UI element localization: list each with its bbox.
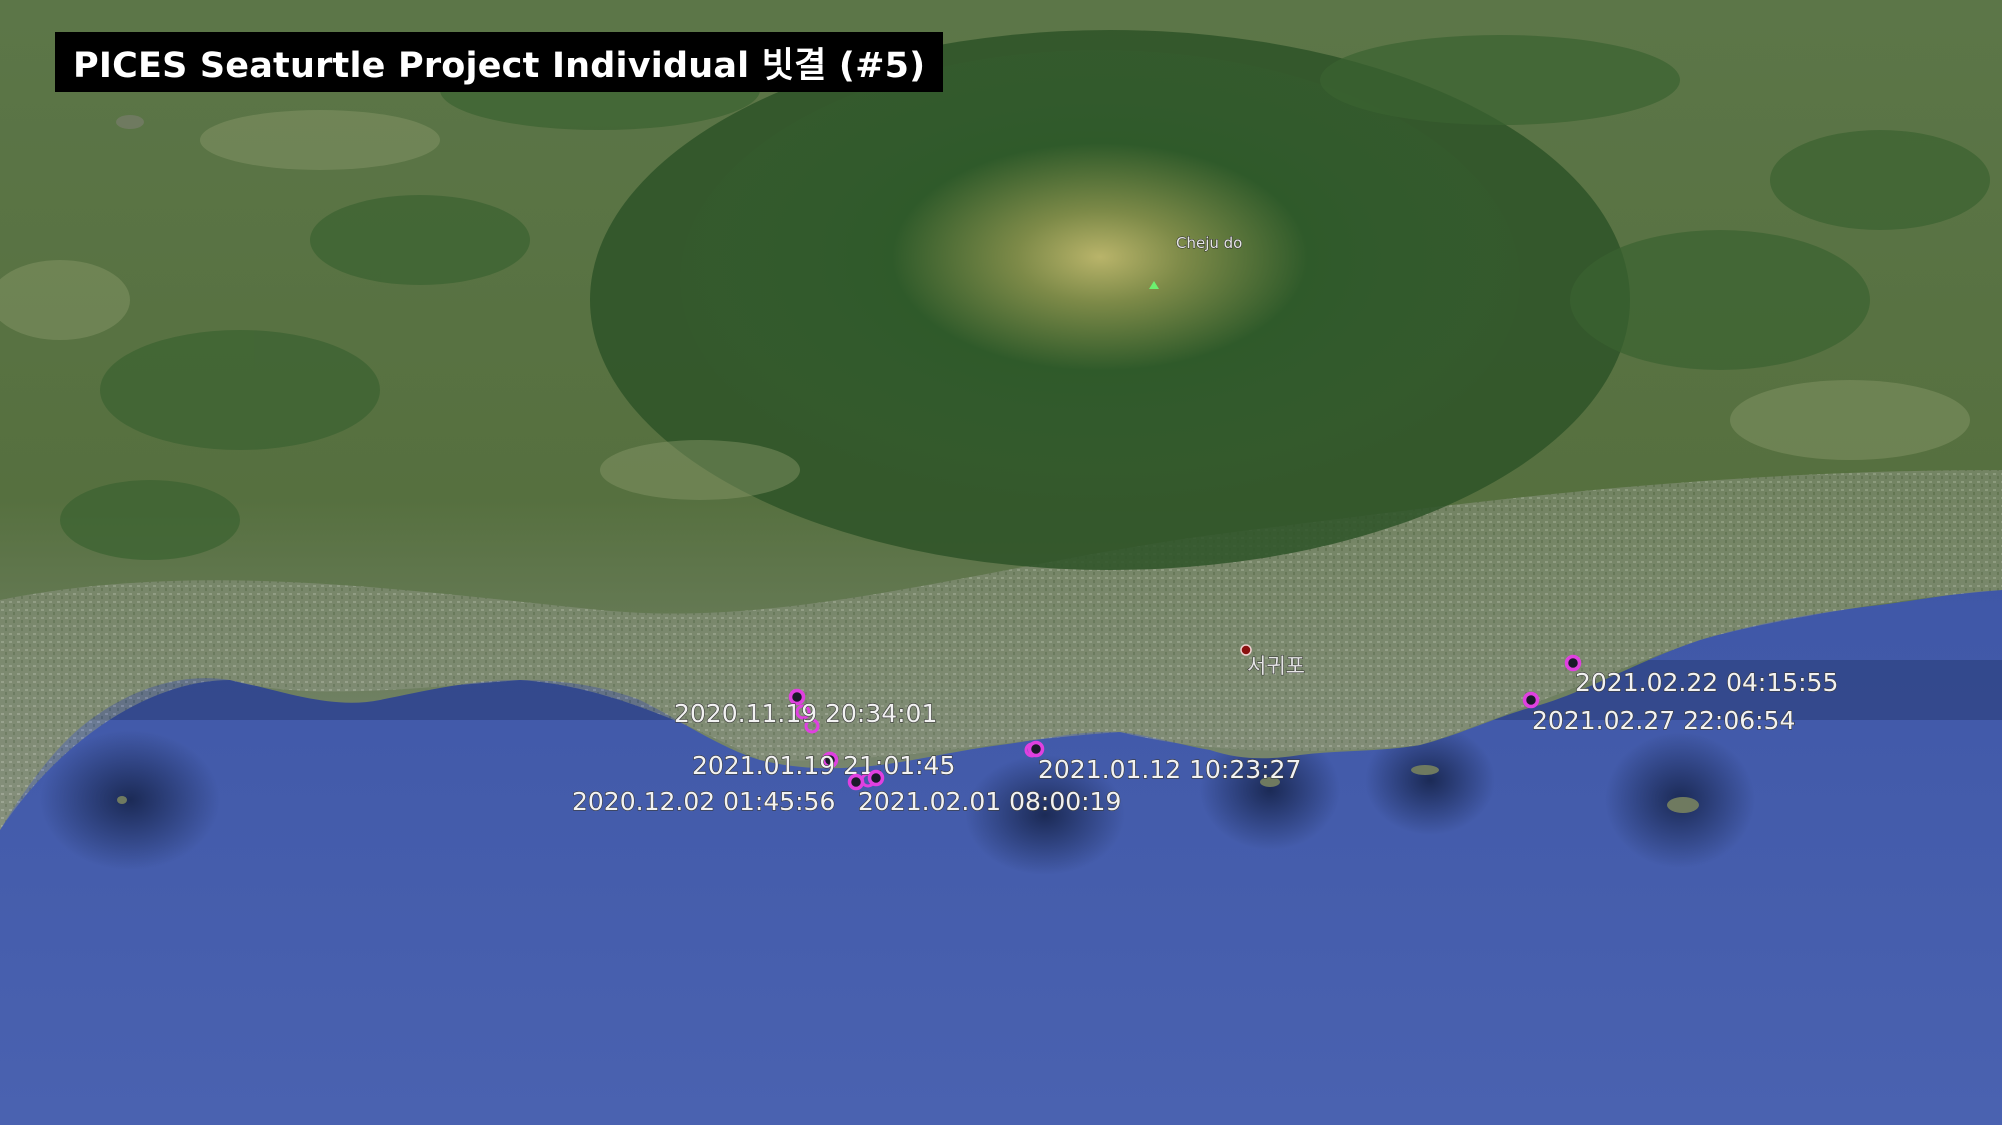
circle-marker-icon[interactable] [867,769,885,787]
mountain-area [680,50,1520,510]
track-timestamp-label: 2020.12.02 01:45:56 [572,787,835,816]
track-timestamp-label: 2021.02.22 04:15:55 [1575,668,1838,697]
track-point[interactable]: 2021.01.19 21:01:45 [691,750,956,780]
track-timestamp-label: 2021.02.01 08:00:19 [858,787,1121,816]
track-timestamp-label: 2021.01.12 10:23:27 [1038,755,1301,784]
map-title-text: PICES Seaturtle Project Individual 빗결 (#… [73,45,926,86]
track-timestamp-label: 2021.01.19 21:01:45 [692,751,955,780]
track-timestamp-label: 2020.11.19 20:34:01 [674,699,937,728]
circle-marker-icon[interactable] [1027,740,1045,758]
track-timestamp-label: 2021.02.27 22:06:54 [1532,706,1795,735]
circle-marker-icon[interactable] [1522,691,1540,709]
island-name-label: Cheju do [1176,234,1242,252]
map-title: PICES Seaturtle Project Individual 빗결 (#… [55,32,944,92]
satellite-map[interactable]: Cheju do 서귀포 2020.11.19 20:34:01 2021.01.… [0,0,2002,1125]
city-name-label: 서귀포 [1247,654,1305,678]
